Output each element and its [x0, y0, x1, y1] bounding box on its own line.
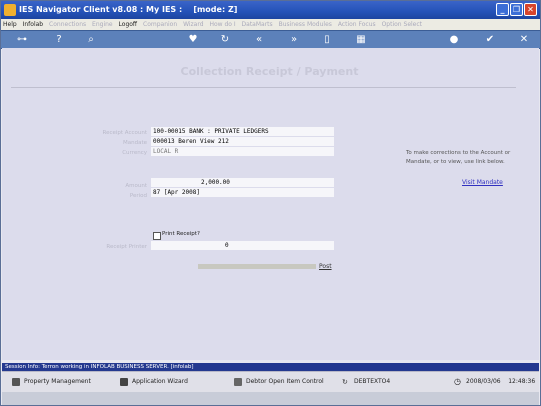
menu-wizard[interactable]: Wizard	[183, 21, 203, 28]
document-icon[interactable]: ▯	[319, 31, 335, 48]
window-title: IES Navigator Client v8.08 : My IES :	[19, 5, 183, 14]
task-label: DEBTEXTO4	[354, 378, 391, 385]
menu-infolab[interactable]: Infolab	[23, 21, 44, 28]
title-divider	[11, 87, 516, 88]
task-debtexto4[interactable]: ↻ DEBTEXTO4	[342, 372, 390, 392]
mandate-field[interactable]: 000013 Beren View 212	[151, 137, 334, 146]
clock: ◷ 2008/03/06 12:48:36	[454, 372, 535, 392]
search-icon[interactable]: ⌕	[83, 31, 99, 48]
clock-time: 12:48:36	[508, 378, 536, 385]
wizard-icon	[120, 377, 128, 386]
page-title: Collection Receipt / Payment	[180, 65, 359, 78]
amount-field[interactable]: 2,000.00	[151, 178, 334, 187]
grid-icon[interactable]: ▦	[353, 31, 369, 48]
app-icon	[4, 4, 16, 16]
application-window: IES Navigator Client v8.08 : My IES : [m…	[0, 0, 541, 406]
task-application-wizard[interactable]: Application Wizard	[120, 372, 188, 392]
window-controls: _ ❐ ✕	[496, 3, 537, 17]
heart-icon[interactable]: ♥	[185, 31, 201, 48]
close-icon[interactable]: ✕	[516, 31, 532, 48]
menu-bar: Help Infolab Connections Engine Logoff C…	[1, 19, 540, 30]
stop-icon[interactable]: ●	[446, 31, 462, 48]
window-title-text: IES Navigator Client v8.08 : My IES : [m…	[19, 1, 237, 19]
key-icon[interactable]: ⊶	[11, 31, 33, 48]
menu-action-focus[interactable]: Action Focus	[338, 21, 376, 28]
print-receipt-label: Print Receipt?	[162, 231, 200, 237]
refresh-icon: ↻	[342, 377, 348, 386]
menu-connections[interactable]: Connections	[49, 21, 86, 28]
window-mode: [mode: Z]	[193, 5, 238, 14]
restore-button[interactable]: ❐	[510, 3, 523, 16]
menu-how-do-i[interactable]: How do I	[209, 21, 235, 28]
menu-companion[interactable]: Companion	[143, 21, 177, 28]
task-label: Debtor Open Item Control	[246, 378, 324, 385]
task-label: Application Wizard	[132, 378, 188, 385]
mandate-label: Mandate	[122, 140, 147, 146]
period-label: Period	[129, 193, 147, 199]
visit-mandate-link[interactable]: Visit Mandate	[462, 179, 503, 186]
task-property-management[interactable]: Property Management	[12, 372, 91, 392]
taskbar: Property Management Application Wizard D…	[2, 371, 539, 392]
amount-label: Amount	[125, 183, 147, 189]
menu-engine[interactable]: Engine	[92, 21, 113, 28]
window-bottom-edge	[2, 392, 539, 405]
check-icon[interactable]: ✔	[482, 31, 498, 48]
post-link[interactable]: Post	[319, 263, 332, 270]
clock-icon: ◷	[454, 376, 461, 386]
forward-icon[interactable]: »	[286, 31, 302, 48]
main-content	[2, 48, 539, 360]
close-window-button[interactable]: ✕	[524, 3, 537, 16]
task-label: Property Management	[24, 378, 91, 385]
menu-datamarts[interactable]: DataMarts	[242, 21, 273, 28]
minimize-button[interactable]: _	[496, 3, 509, 16]
receipt-account-label: Receipt Account	[102, 130, 148, 136]
corrections-note: To make corrections to the Account or Ma…	[406, 150, 511, 165]
session-info-bar: Session Info: Terron working in INFOLAB …	[2, 363, 539, 371]
menu-business-modules[interactable]: Business Modules	[279, 21, 332, 28]
print-receipt-checkbox[interactable]	[153, 232, 161, 240]
building-icon	[12, 377, 20, 386]
receipt-printer-label: Receipt Printer	[106, 244, 147, 250]
currency-label: Currency	[122, 150, 147, 156]
period-field[interactable]: 87 [Apr 2008]	[151, 188, 334, 197]
clock-date: 2008/03/06	[466, 378, 501, 385]
currency-field: LOCAL R	[151, 147, 334, 156]
menu-logoff[interactable]: Logoff	[119, 21, 138, 28]
toolbar: ⊶ ? ⌕ ♥ ↻ « » ▯ ▦ ● ✔ ✕	[1, 30, 540, 49]
debtor-icon	[234, 377, 242, 386]
help-icon[interactable]: ?	[51, 31, 67, 48]
post-progress-bar	[198, 264, 316, 269]
menu-option-select[interactable]: Option Select	[382, 21, 422, 28]
task-debtor-open-item-control[interactable]: Debtor Open Item Control	[234, 372, 324, 392]
menu-help[interactable]: Help	[3, 21, 17, 28]
refresh-icon[interactable]: ↻	[217, 31, 233, 48]
receipt-account-field[interactable]: 100-00015 BANK : PRIVATE LEDGERS	[151, 127, 334, 136]
receipt-printer-field[interactable]: 0	[151, 241, 334, 250]
title-bar: IES Navigator Client v8.08 : My IES : [m…	[1, 1, 540, 19]
back-icon[interactable]: «	[251, 31, 267, 48]
